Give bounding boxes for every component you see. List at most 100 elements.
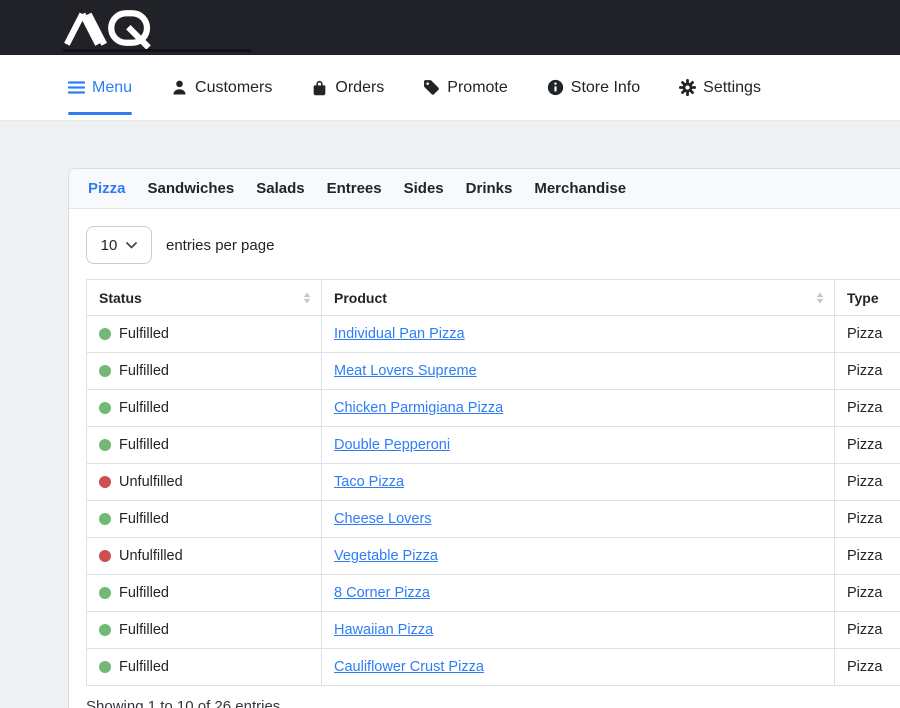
product-cell: 8 Corner Pizza [322, 575, 835, 612]
type-cell: Pizza [835, 649, 900, 686]
status-dot-icon [99, 587, 111, 599]
table-row: Fulfilled Individual Pan Pizza Pizza [87, 316, 900, 353]
column-header[interactable]: Status [87, 280, 322, 316]
table-header-row: Status Product [87, 280, 900, 316]
type-cell: Pizza [835, 427, 900, 464]
type-cell: Pizza [835, 575, 900, 612]
category-tab-bar: Pizza Sandwiches Salads Entrees Sides Dr… [69, 169, 900, 209]
type-cell: Pizza [835, 464, 900, 501]
status-cell: Fulfilled [87, 427, 322, 464]
menu-card: Pizza Sandwiches Salads Entrees Sides Dr… [68, 168, 900, 708]
status-dot-icon [99, 476, 111, 488]
category-tab[interactable]: Pizza [88, 180, 126, 197]
status-label: Fulfilled [119, 326, 169, 342]
main-navigation: Menu Customers Orders [0, 55, 900, 121]
table-body: Fulfilled Individual Pan Pizza Pizza [87, 316, 900, 686]
table-row: Fulfilled Cauliflower Crust Pizza Pizza [87, 649, 900, 686]
nav-item-label: Promote [447, 79, 507, 97]
content-area: Pizza Sandwiches Salads Entrees Sides Dr… [0, 168, 900, 708]
nav-item[interactable]: Menu [68, 55, 132, 120]
table-row: Fulfilled Hawaiian Pizza Pizza [87, 612, 900, 649]
product-cell: Chicken Parmigiana Pizza [322, 390, 835, 427]
bag-icon [311, 79, 328, 96]
nav-item[interactable]: Orders [311, 55, 384, 120]
page-size-label: entries per page [166, 237, 274, 254]
tag-icon [423, 79, 440, 96]
category-tab[interactable]: Merchandise [534, 180, 626, 197]
status-label: Unfulfilled [119, 548, 183, 564]
product-link[interactable]: Vegetable Pizza [334, 548, 438, 564]
nav-item[interactable]: Settings [679, 55, 761, 120]
card-body: 10 entries per page Status [69, 209, 900, 708]
table-row: Unfulfilled Taco Pizza Pizza [87, 464, 900, 501]
product-cell: Vegetable Pizza [322, 538, 835, 575]
status-cell: Fulfilled [87, 575, 322, 612]
table-summary: Showing 1 to 10 of 26 entries [86, 698, 900, 708]
type-cell: Pizza [835, 612, 900, 649]
column-header[interactable]: Product [322, 280, 835, 316]
gear-icon [679, 79, 696, 96]
product-cell: Taco Pizza [322, 464, 835, 501]
nav-item-label: Customers [195, 79, 272, 97]
table-row: Unfulfilled Vegetable Pizza Pizza [87, 538, 900, 575]
product-link[interactable]: Hawaiian Pizza [334, 622, 433, 638]
nav-item[interactable]: Promote [423, 55, 507, 120]
type-cell: Pizza [835, 316, 900, 353]
product-cell: Double Pepperoni [322, 427, 835, 464]
sort-icon[interactable] [303, 292, 311, 303]
status-dot-icon [99, 624, 111, 636]
status-dot-icon [99, 661, 111, 673]
type-cell: Pizza [835, 538, 900, 575]
status-cell: Unfulfilled [87, 464, 322, 501]
product-cell: Cheese Lovers [322, 501, 835, 538]
category-tab[interactable]: Drinks [466, 180, 513, 197]
category-tab[interactable]: Entrees [327, 180, 382, 197]
category-tab[interactable]: Sides [404, 180, 444, 197]
table-row: Fulfilled Chicken Parmigiana Pizza Pizza [87, 390, 900, 427]
status-cell: Fulfilled [87, 390, 322, 427]
nav-item[interactable]: Customers [171, 55, 272, 120]
nav-item-label: Settings [703, 79, 761, 97]
nav-item-label: Menu [92, 79, 132, 97]
status-label: Unfulfilled [119, 474, 183, 490]
products-table: Status Product [86, 279, 900, 686]
page-size-select[interactable]: 10 [86, 226, 152, 264]
top-bar [0, 0, 900, 55]
status-dot-icon [99, 550, 111, 562]
column-header-label: Status [99, 290, 142, 306]
column-header[interactable]: Type [835, 280, 900, 316]
nav-item-label: Orders [335, 79, 384, 97]
product-link[interactable]: Double Pepperoni [334, 437, 450, 453]
product-link[interactable]: Chicken Parmigiana Pizza [334, 400, 503, 416]
product-link[interactable]: 8 Corner Pizza [334, 585, 430, 601]
status-cell: Fulfilled [87, 353, 322, 390]
product-link[interactable]: Individual Pan Pizza [334, 326, 465, 342]
product-cell: Meat Lovers Supreme [322, 353, 835, 390]
product-link[interactable]: Taco Pizza [334, 474, 404, 490]
product-link[interactable]: Cheese Lovers [334, 511, 432, 527]
nav-item[interactable]: Store Info [547, 55, 640, 120]
category-tab[interactable]: Sandwiches [148, 180, 235, 197]
status-dot-icon [99, 365, 111, 377]
hamburger-icon [68, 80, 85, 95]
person-icon [171, 79, 188, 96]
page-size-value: 10 [101, 237, 118, 254]
product-link[interactable]: Meat Lovers Supreme [334, 363, 477, 379]
status-cell: Fulfilled [87, 612, 322, 649]
brand-logo-icon[interactable] [63, 7, 158, 49]
table-row: Fulfilled Cheese Lovers Pizza [87, 501, 900, 538]
status-cell: Fulfilled [87, 501, 322, 538]
product-link[interactable]: Cauliflower Crust Pizza [334, 659, 484, 675]
status-dot-icon [99, 439, 111, 451]
status-label: Fulfilled [119, 659, 169, 675]
chevron-down-icon [126, 242, 137, 249]
status-dot-icon [99, 402, 111, 414]
category-tab[interactable]: Salads [256, 180, 304, 197]
info-icon [547, 79, 564, 96]
status-cell: Unfulfilled [87, 538, 322, 575]
type-cell: Pizza [835, 501, 900, 538]
product-cell: Hawaiian Pizza [322, 612, 835, 649]
sort-icon[interactable] [816, 292, 824, 303]
type-cell: Pizza [835, 353, 900, 390]
status-label: Fulfilled [119, 511, 169, 527]
